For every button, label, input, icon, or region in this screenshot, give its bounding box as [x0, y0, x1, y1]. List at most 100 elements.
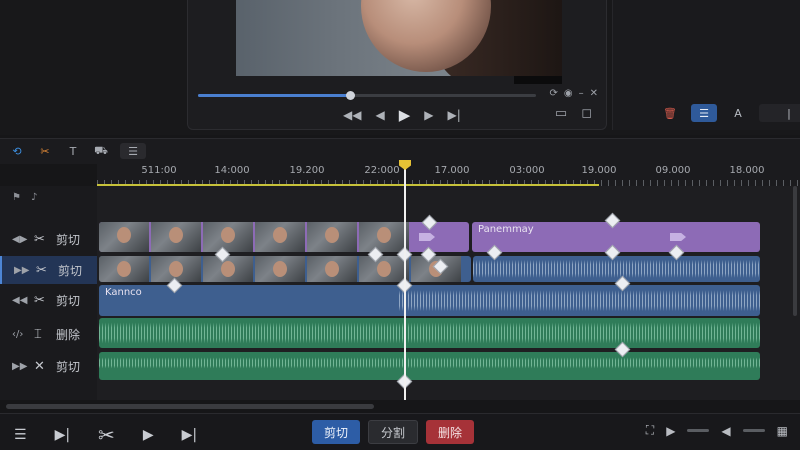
track-header-4[interactable]: ‹/› ⌶ 删除 [0, 320, 97, 348]
ruler-tick-label: 19.000 [581, 165, 617, 176]
music-note-icon[interactable]: ♪ [31, 192, 37, 203]
cart-icon[interactable]: ⛟ [92, 143, 110, 159]
track-label: 剪切 [56, 293, 81, 308]
track-label: 剪切 [56, 232, 81, 247]
thumbnail [99, 222, 149, 252]
track-arrow-icon[interactable]: ▶▶ [12, 361, 27, 372]
scissors-icon[interactable]: ✂ [34, 293, 48, 308]
comment-icon[interactable]: ◻ [581, 106, 592, 121]
timeline-ruler[interactable]: 511:00 14:000 19.200 22:000 17.000 03:00… [97, 164, 800, 186]
audio-clip-b[interactable]: Kannco [99, 285, 760, 316]
preview-side-icons: ▭ ◻ [555, 106, 592, 121]
thumbnail [307, 222, 357, 252]
ruler-tick-label: 19.200 [289, 165, 325, 176]
music-clip-b[interactable] [99, 352, 760, 380]
play-icon[interactable]: ▶ [399, 106, 411, 124]
step-forward-icon[interactable]: ▶ [424, 108, 433, 122]
track-arrow-icon[interactable]: ◀◀ [12, 295, 27, 306]
thumbnail [255, 256, 305, 282]
letterbox-bar [514, 76, 562, 84]
thumbnail [151, 256, 201, 282]
trim-icon[interactable]: ⌶ [34, 327, 48, 342]
list-view-icon[interactable]: ☰ [691, 104, 717, 122]
preview-area: ⟳ ◉ – ✕ ◀◀ ◀ ▶ ▶ ▶| ▭ ◻ 🗑 ☰ A | [0, 0, 800, 135]
volume-slider[interactable] [742, 429, 765, 432]
minimize-icon[interactable]: – [579, 88, 584, 99]
thumbnail [359, 222, 409, 252]
preview-mini-icons: ⟳ ◉ – ✕ [549, 88, 598, 99]
music-clip-a[interactable] [99, 318, 760, 348]
video-clip-a[interactable] [99, 222, 469, 252]
bottom-toolbar: ☰ ▶| ✂ ▶ ▶| 剪切 分割 删除 ⛶ ▶ ◀ ▦ [0, 413, 800, 450]
caption-icon[interactable]: ▭ [555, 106, 567, 121]
split-button[interactable]: 分割 [368, 420, 419, 444]
scissors-icon[interactable]: ✂ [98, 423, 115, 447]
back-icon[interactable]: ◀ [721, 424, 730, 438]
magnet-icon[interactable]: ⟲ [8, 143, 26, 159]
step-back-icon[interactable]: ◀ [375, 108, 384, 122]
timeline-tracks[interactable]: Panemmay Kannco [97, 186, 800, 400]
header-mini-tools: ⚑ ♪ [12, 192, 37, 203]
zoom-slider[interactable] [687, 429, 710, 432]
refresh-icon[interactable]: ⟳ [549, 88, 557, 99]
cross-icon[interactable]: ✕ [34, 359, 48, 374]
thumbnail [255, 222, 305, 252]
scissors-icon[interactable]: ✂ [36, 263, 50, 278]
play-small-icon[interactable]: ▶ [666, 424, 675, 438]
audio-clip-a[interactable] [473, 256, 760, 282]
grid-icon[interactable]: ▦ [777, 424, 788, 438]
ruler-tick-label: 03:000 [509, 165, 545, 176]
playhead[interactable] [404, 162, 406, 400]
ruler-tick-label: 09.000 [655, 165, 691, 176]
track-header-3[interactable]: ◀◀ ✂ 剪切 [0, 286, 97, 314]
audio-waveform [99, 357, 760, 369]
ruler-tick-label: 14:000 [214, 165, 250, 176]
text-tool-icon[interactable]: T [64, 143, 82, 159]
track-header-5[interactable]: ▶▶ ✕ 剪切 [0, 352, 97, 380]
track-header-1[interactable]: ◀▶ ✂ 剪切 [0, 225, 97, 253]
audio-waveform [399, 289, 760, 312]
clip-name: Panemmay [478, 224, 534, 235]
vertical-scrollbar[interactable] [793, 186, 797, 316]
thumbnail [203, 256, 253, 282]
list-icon[interactable]: ☰ [14, 427, 27, 443]
skip-end-icon[interactable]: ▶| [447, 108, 460, 122]
track-arrow-icon[interactable]: ◀▶ [12, 234, 27, 245]
play-icon[interactable]: ▶ [143, 427, 154, 443]
close-icon[interactable]: ✕ [590, 88, 598, 99]
track-header-2[interactable]: ▶▶ ✂ 剪切 [0, 256, 97, 284]
clip-name: Kannco [105, 287, 142, 298]
camera-icon[interactable]: ◉ [564, 88, 573, 99]
cut-button[interactable]: 剪切 [312, 420, 361, 444]
text-style-icon[interactable]: A [725, 104, 751, 122]
ruler-tick-label: 17.000 [434, 165, 470, 176]
next-frame-icon[interactable]: ▶| [182, 427, 197, 443]
track-headers: ⚑ ♪ ◀▶ ✂ 剪切 ▶▶ ✂ 剪切 ◀◀ ✂ 剪切 ‹/› ⌶ 删除 ▶▶ … [0, 186, 97, 400]
video-preview[interactable] [236, 0, 562, 76]
right-tool-panel: 🗑 ☰ A | [612, 0, 800, 130]
video-clip-c[interactable] [99, 256, 471, 282]
delete-button[interactable]: 删除 [426, 420, 475, 444]
clip-arrow-icon [419, 233, 435, 241]
thumbnail [203, 222, 253, 252]
ruler-tick-label: 511:00 [141, 165, 177, 176]
track-arrow-icon[interactable]: ‹/› [12, 329, 26, 340]
track-arrow-icon[interactable]: ▶▶ [14, 265, 29, 276]
skip-end-icon[interactable]: ▶| [55, 427, 70, 443]
track-list-icon[interactable]: ☰ [120, 143, 146, 159]
horizontal-scrollbar[interactable] [6, 404, 374, 409]
split-tool-icon[interactable]: ✂ [36, 143, 54, 159]
scrubber-thumb[interactable] [346, 91, 356, 100]
fullscreen-icon[interactable]: ⛶ [646, 423, 654, 438]
ruler-tick-label: 18.000 [729, 165, 765, 176]
rewind-icon[interactable]: ◀◀ [343, 108, 361, 122]
track-label: 剪切 [56, 359, 81, 374]
scissors-icon[interactable]: ✂ [34, 232, 48, 247]
preview-scrubber[interactable] [198, 91, 536, 100]
flag-icon[interactable]: ⚑ [12, 192, 21, 203]
ruler-tick-label: 22:000 [364, 165, 400, 176]
tool-value-field[interactable]: | [759, 104, 800, 122]
audio-waveform [473, 259, 760, 279]
thumbnail [99, 256, 149, 282]
trash-icon[interactable]: 🗑 [657, 104, 683, 122]
